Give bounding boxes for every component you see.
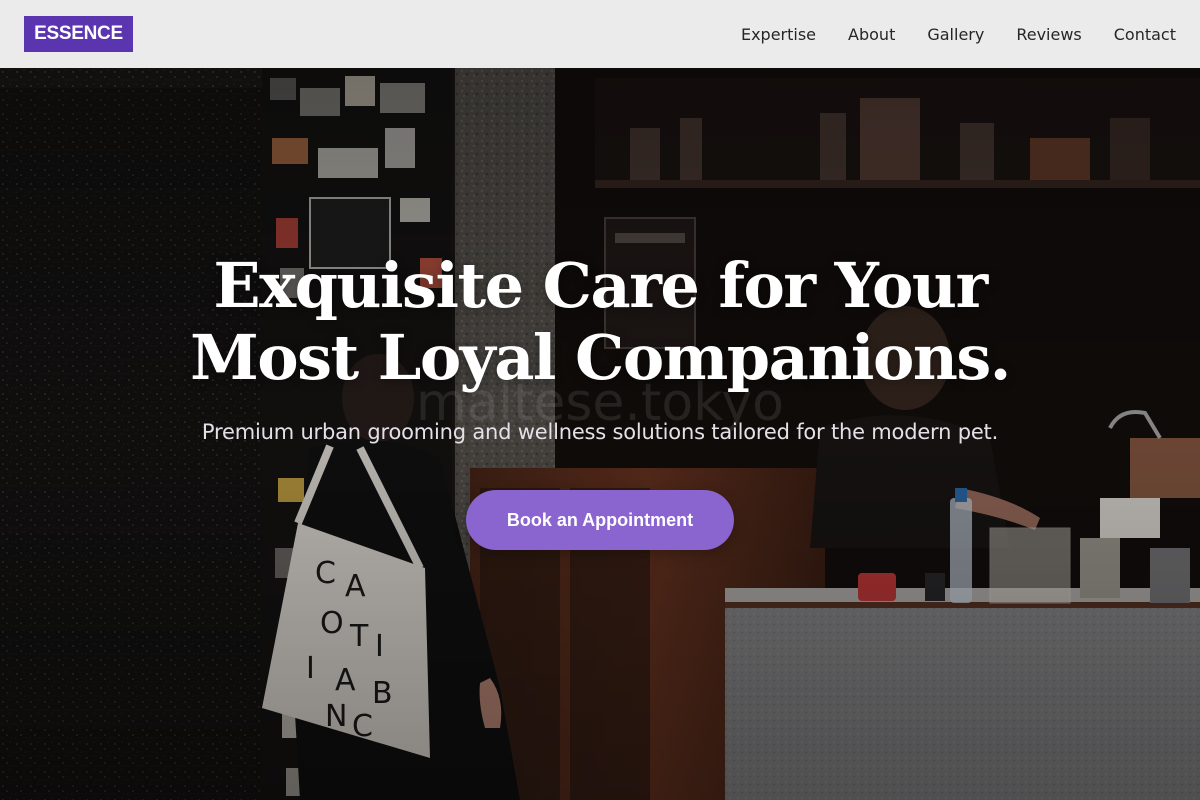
nav-link-about[interactable]: About [848,25,895,44]
book-appointment-button[interactable]: Book an Appointment [466,490,734,550]
brand-logo-text: ESSENCE [34,23,123,44]
nav-link-gallery[interactable]: Gallery [927,25,984,44]
hero-subtitle: Premium urban grooming and wellness solu… [201,420,999,444]
main-nav: Expertise About Gallery Reviews Contact [741,25,1176,44]
brand-logo[interactable]: ESSENCE [24,16,133,52]
hero-section: C A O T I I A B N C maltese.tokyo Exquis… [0,68,1200,800]
hero-title: Exquisite Care for Your Most Loyal Compa… [100,250,1100,394]
hero-title-line-2: Most Loyal Companions. [190,321,1011,394]
nav-link-contact[interactable]: Contact [1114,25,1176,44]
hero-title-line-1: Exquisite Care for Your [213,249,988,322]
nav-link-expertise[interactable]: Expertise [741,25,816,44]
page: ESSENCE Expertise About Gallery Reviews … [0,0,1200,800]
site-header: ESSENCE Expertise About Gallery Reviews … [0,0,1200,68]
nav-link-reviews[interactable]: Reviews [1016,25,1081,44]
hero-content: Exquisite Care for Your Most Loyal Compa… [0,68,1200,800]
